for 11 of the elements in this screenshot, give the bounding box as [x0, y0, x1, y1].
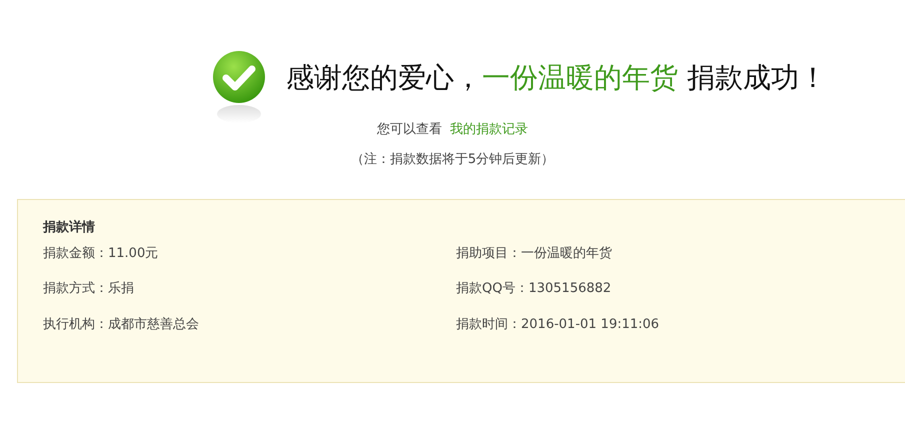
detail-item: 捐款QQ号：1305156882 — [456, 280, 612, 298]
detail-item: 捐助项目：一份温暖的年货 — [456, 244, 613, 262]
success-headline: 感谢您的爱心，一份温暖的年货 捐款成功！ — [286, 60, 827, 96]
detail-item: 捐款时间：2016-01-01 19:11:06 — [456, 316, 660, 334]
detail-item: 执行机构：成都市慈善总会 — [43, 316, 200, 334]
donation-record-link[interactable]: 我的捐款记录 — [450, 120, 528, 140]
detail-item: 捐款金额：11.00元 — [43, 244, 160, 262]
detail-item: 捐款方式：乐捐 — [43, 280, 135, 298]
record-prompt: 您可以查看 — [377, 121, 442, 139]
details-title: 捐款详情 — [43, 218, 96, 237]
update-note: （注：捐款数据将于5分钟后更新） — [350, 150, 554, 168]
